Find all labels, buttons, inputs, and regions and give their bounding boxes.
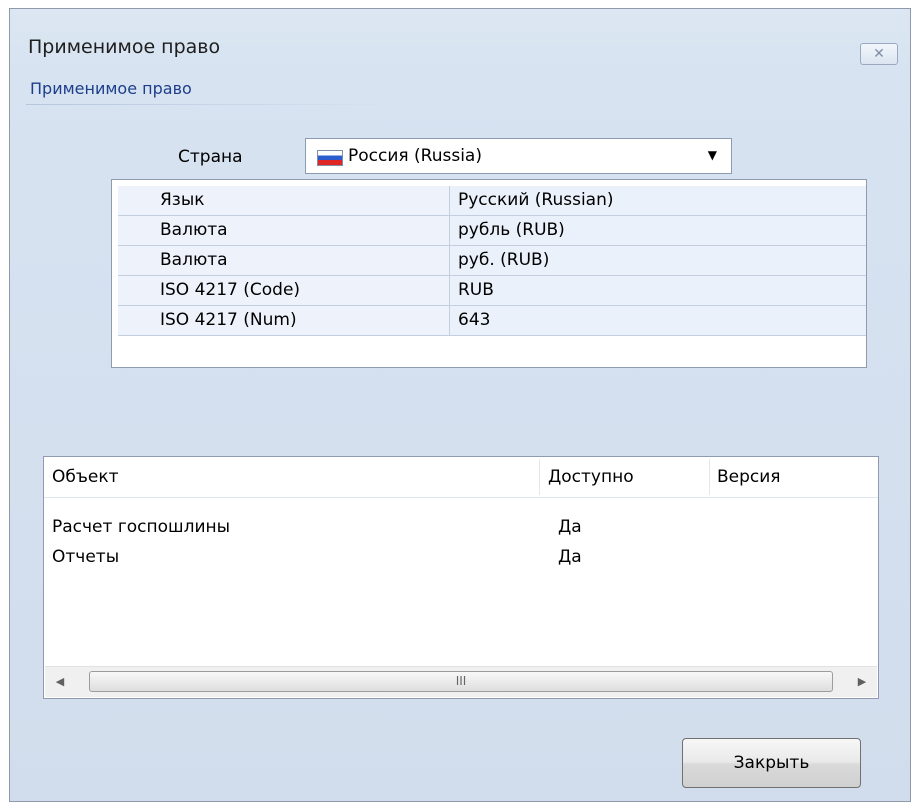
info-value: 643 <box>450 306 866 335</box>
country-info-table: Язык Русский (Russian) Валюта рубль (RUB… <box>111 179 867 368</box>
scroll-thumb[interactable]: III <box>89 671 833 692</box>
info-value: руб. (RUB) <box>450 246 866 275</box>
info-key: Язык <box>118 186 450 215</box>
chevron-down-icon[interactable]: ▼ <box>708 148 717 162</box>
title-bar: Применимое право ✕ <box>10 9 910 77</box>
info-row-iso-code: ISO 4217 (Code) RUB <box>118 276 866 306</box>
country-label: Страна <box>178 147 243 167</box>
info-value: RUB <box>450 276 866 305</box>
info-row-currency: Валюта рубль (RUB) <box>118 216 866 246</box>
info-key: Валюта <box>118 246 450 275</box>
info-key: Валюта <box>118 216 450 245</box>
info-row-language: Язык Русский (Russian) <box>118 186 866 216</box>
close-button[interactable]: Закрыть <box>682 738 861 788</box>
info-value: Русский (Russian) <box>450 186 866 215</box>
country-select[interactable]: Россия (Russia) ▼ <box>305 138 732 174</box>
column-header-available[interactable]: Доступно <box>548 457 708 497</box>
info-key: ISO 4217 (Num) <box>118 306 450 335</box>
info-row-iso-num: ISO 4217 (Num) 643 <box>118 306 866 336</box>
column-header-object[interactable]: Объект <box>52 457 537 497</box>
list-item[interactable]: Отчеты Да <box>44 542 878 572</box>
column-header-version[interactable]: Версия <box>717 457 877 497</box>
window-title: Применимое право <box>28 36 221 58</box>
scroll-right-icon[interactable]: ▶ <box>847 667 877 697</box>
scroll-left-icon[interactable]: ◀ <box>45 667 75 697</box>
objects-list[interactable]: Объект Доступно Версия Расчет госпошлины… <box>43 456 879 699</box>
dialog-window: Применимое право ✕ Применимое право Стра… <box>9 8 911 802</box>
list-item[interactable]: Расчет госпошлины Да <box>44 512 878 542</box>
column-divider[interactable] <box>539 459 540 495</box>
objects-header: Объект Доступно Версия <box>44 457 878 498</box>
object-available: Да <box>558 517 582 537</box>
info-row-currency-short: Валюта руб. (RUB) <box>118 246 866 276</box>
object-name: Отчеты <box>52 547 120 567</box>
russia-flag-icon <box>317 150 343 166</box>
object-name: Расчет госпошлины <box>52 517 231 537</box>
info-key: ISO 4217 (Code) <box>118 276 450 305</box>
object-available: Да <box>558 547 582 567</box>
horizontal-scrollbar[interactable]: ◀ III ▶ <box>45 666 877 697</box>
close-icon[interactable]: ✕ <box>860 43 898 65</box>
column-divider[interactable] <box>709 459 710 495</box>
group-divider <box>26 104 396 105</box>
group-title: Применимое право <box>30 79 192 98</box>
info-value: рубль (RUB) <box>450 216 866 245</box>
country-selected-value: Россия (Russia) <box>348 146 482 166</box>
